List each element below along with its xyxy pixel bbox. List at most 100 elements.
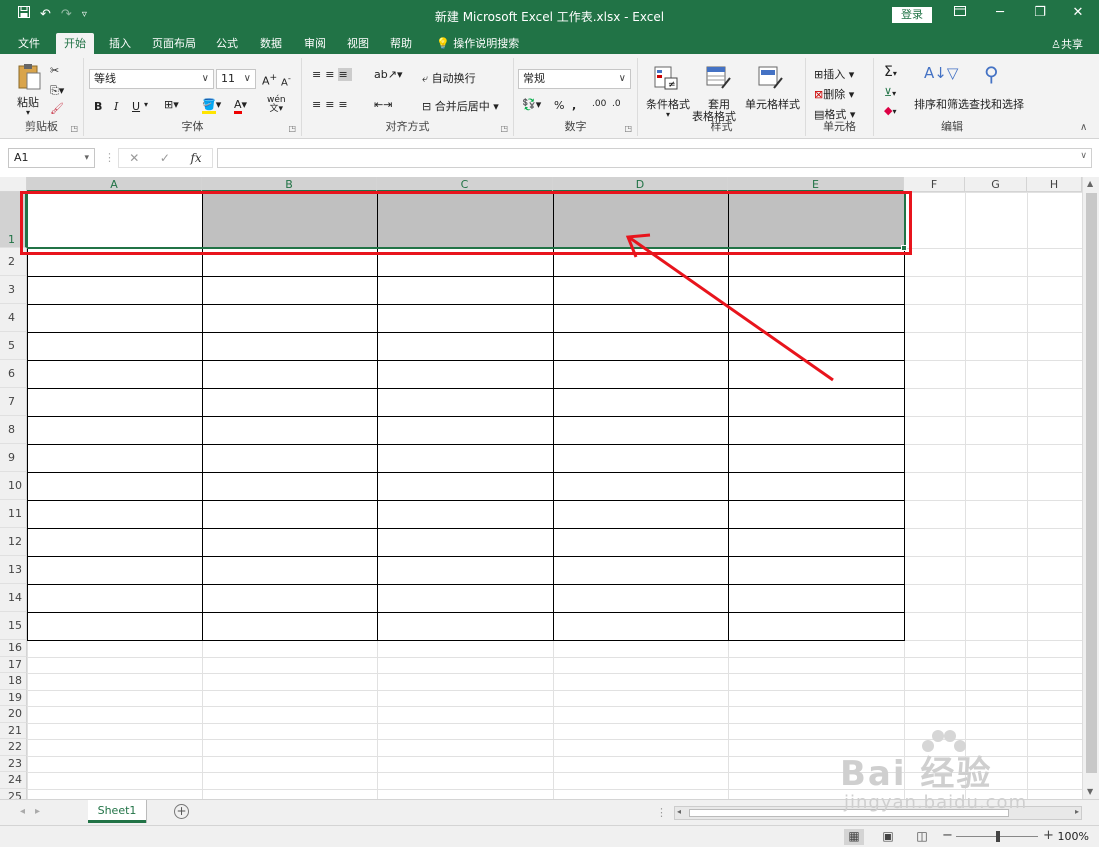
tab-formulas[interactable]: 公式 [208, 33, 246, 54]
tab-view[interactable]: 视图 [339, 33, 377, 54]
delete-cells-button[interactable]: ⊠删除 ▾ [814, 86, 854, 102]
underline-button[interactable]: U [132, 100, 140, 113]
collapse-ribbon-icon[interactable]: ∧ [1080, 122, 1087, 133]
ribbon-display-options-icon[interactable] [950, 5, 970, 20]
scroll-thumb[interactable] [1086, 193, 1097, 773]
increase-decimal-icon[interactable]: .00 [592, 99, 606, 109]
normal-view-icon[interactable]: ▦ [844, 829, 864, 845]
expand-formula-icon[interactable]: ∨ [1080, 151, 1087, 161]
paste-dropdown-icon[interactable]: ▾ [26, 108, 30, 117]
tab-split-grip-icon[interactable]: ⋮ [656, 806, 667, 819]
number-launcher-icon[interactable]: ◳ [624, 124, 632, 133]
italic-button[interactable]: I [114, 100, 118, 113]
font-name-combo[interactable]: 等线 ∨ [89, 69, 214, 89]
merge-center-label: 合并后居中 [434, 100, 490, 113]
copy-icon[interactable]: ⎘▾ [50, 84, 64, 98]
indent-icons[interactable]: ⇤⇥ [374, 98, 392, 111]
tab-help[interactable]: 帮助 [382, 33, 420, 54]
phonetic-guide-icon[interactable]: wén 文▾ [267, 96, 286, 114]
login-button[interactable]: 登录 [892, 7, 932, 23]
editing-group-label: 编辑 [941, 120, 963, 133]
merge-center-button[interactable]: ⊟ 合并后居中 ▾ [422, 98, 499, 114]
accounting-icon[interactable]: 💱▾ [522, 98, 541, 111]
clipboard-launcher-icon[interactable]: ◳ [70, 124, 78, 133]
window-title: 新建 Microsoft Excel 工作表.xlsx - Excel [434, 10, 665, 24]
scroll-left-icon[interactable]: ◂ [677, 807, 681, 816]
bold-button[interactable]: B [94, 100, 102, 113]
tab-data[interactable]: 数据 [252, 33, 290, 54]
page-layout-view-icon[interactable]: ▣ [878, 829, 898, 845]
cell-styles-label[interactable]: 单元格样式 [745, 96, 800, 112]
tab-page-layout[interactable]: 页面布局 [144, 33, 204, 54]
sheet-nav-arrows[interactable]: ◂▸ [20, 806, 50, 817]
cell-styles-icon[interactable] [758, 66, 784, 92]
horizontal-align-icons[interactable]: ≡≡≡ [312, 98, 352, 111]
zoom-slider-thumb[interactable] [996, 831, 1000, 842]
underline-dropdown-icon[interactable]: ▾ [144, 100, 148, 109]
paste-icon[interactable] [16, 62, 42, 90]
insert-function-icon[interactable]: fx [190, 151, 201, 165]
fill-color-icon[interactable]: 🪣▾ [202, 98, 221, 114]
decrease-font-icon[interactable]: A- [281, 73, 291, 88]
tab-insert[interactable]: 插入 [101, 33, 139, 54]
orientation-icon[interactable]: ab↗▾ [374, 68, 402, 81]
cells-group: ⊞插入 ▾ ⊠删除 ▾ ▤格式 ▾ 单元格 [806, 58, 874, 136]
font-size-combo[interactable]: 11 ∨ [216, 69, 256, 89]
formula-input[interactable]: ∨ [217, 148, 1092, 168]
tab-review[interactable]: 审阅 [296, 33, 334, 54]
insert-cells-button[interactable]: ⊞插入 ▾ [814, 66, 854, 82]
percent-button[interactable]: % [554, 99, 564, 112]
merge-icon: ⊟ [422, 100, 435, 113]
tab-home[interactable]: 开始 [56, 33, 94, 54]
sort-filter-icon[interactable]: A↓▽ [924, 64, 958, 82]
font-color-icon[interactable]: A▾ [234, 98, 247, 114]
font-launcher-icon[interactable]: ◳ [288, 124, 296, 133]
clipboard-group: 粘贴 ▾ ✂ ⎘▾ 🖌 剪贴板 ◳ [0, 58, 84, 136]
zoom-out-icon[interactable]: − [942, 828, 953, 843]
lightbulb-icon: 💡 [436, 37, 450, 50]
tell-me-search[interactable]: 💡 操作说明搜索 [428, 33, 527, 54]
cut-icon[interactable]: ✂ [50, 64, 59, 77]
wrap-text-button[interactable]: ⤶ 自动换行 [422, 70, 476, 86]
name-box-value: A1 [14, 151, 29, 164]
find-select-label[interactable]: 查找和选择 [969, 96, 1024, 112]
close-icon[interactable]: ✕ [1068, 5, 1088, 20]
decrease-decimal-icon[interactable]: .0 [612, 99, 621, 109]
borders-icon[interactable]: ⊞▾ [164, 98, 179, 111]
wrap-text-label: 自动换行 [431, 72, 476, 85]
number-format-combo[interactable]: 常规 ∨ [518, 69, 631, 89]
scroll-up-icon[interactable]: ▲ [1087, 179, 1093, 188]
sheet-tab-sheet1[interactable]: Sheet1 [88, 800, 146, 823]
page-break-view-icon[interactable]: ◫ [912, 829, 932, 845]
increase-font-icon[interactable]: A+ [262, 72, 277, 88]
conditional-format-icon[interactable]: ≠ [654, 66, 680, 92]
tab-file[interactable]: 文件 [10, 33, 48, 54]
share-button[interactable]: ♙共享 [1051, 36, 1083, 52]
scroll-down-icon[interactable]: ▼ [1087, 787, 1093, 796]
zoom-in-icon[interactable]: + [1043, 828, 1054, 843]
comma-button[interactable]: , [572, 99, 576, 112]
vertical-align-icons[interactable]: ≡≡≡ [312, 68, 352, 81]
autosum-icon[interactable]: Σ▾ [884, 64, 897, 80]
font-name-value: 等线 [94, 72, 116, 85]
zoom-level[interactable]: 100% [1058, 830, 1089, 843]
name-box[interactable]: A1 ▾ [8, 148, 95, 168]
person-icon: ♙ [1051, 38, 1061, 51]
restore-icon[interactable]: ❐ [1030, 5, 1050, 20]
add-sheet-button[interactable]: + [174, 804, 189, 819]
cancel-icon[interactable]: ✕ [129, 151, 139, 165]
format-painter-icon[interactable]: 🖌 [50, 102, 64, 115]
vertical-scrollbar[interactable]: ▲ ▼ [1082, 177, 1099, 799]
worksheet-grid[interactable]: A B C D E F G H 1 2 3 4 5 6 7 8 9 10 11 12 13 14 15 16 1… [0, 177, 1099, 799]
minimize-icon[interactable]: ─ [990, 5, 1010, 20]
find-select-icon[interactable]: ⚲ [984, 62, 999, 86]
fill-icon[interactable]: ⊻▾ [884, 86, 896, 99]
alignment-group: ≡≡≡ ab↗▾ ⤶ 自动换行 ≡≡≡ ⇤⇥ ⊟ 合并后居中 ▾ 对齐方式 ◳ [302, 58, 514, 136]
sort-filter-label[interactable]: 排序和筛选 [914, 96, 969, 112]
clear-icon[interactable]: ◆▾ [884, 104, 896, 117]
enter-icon[interactable]: ✓ [160, 151, 170, 165]
chevron-down-icon: ∨ [618, 73, 626, 84]
alignment-launcher-icon[interactable]: ◳ [500, 124, 508, 133]
scroll-right-icon[interactable]: ▸ [1075, 807, 1079, 816]
format-as-table-icon[interactable] [706, 66, 732, 92]
